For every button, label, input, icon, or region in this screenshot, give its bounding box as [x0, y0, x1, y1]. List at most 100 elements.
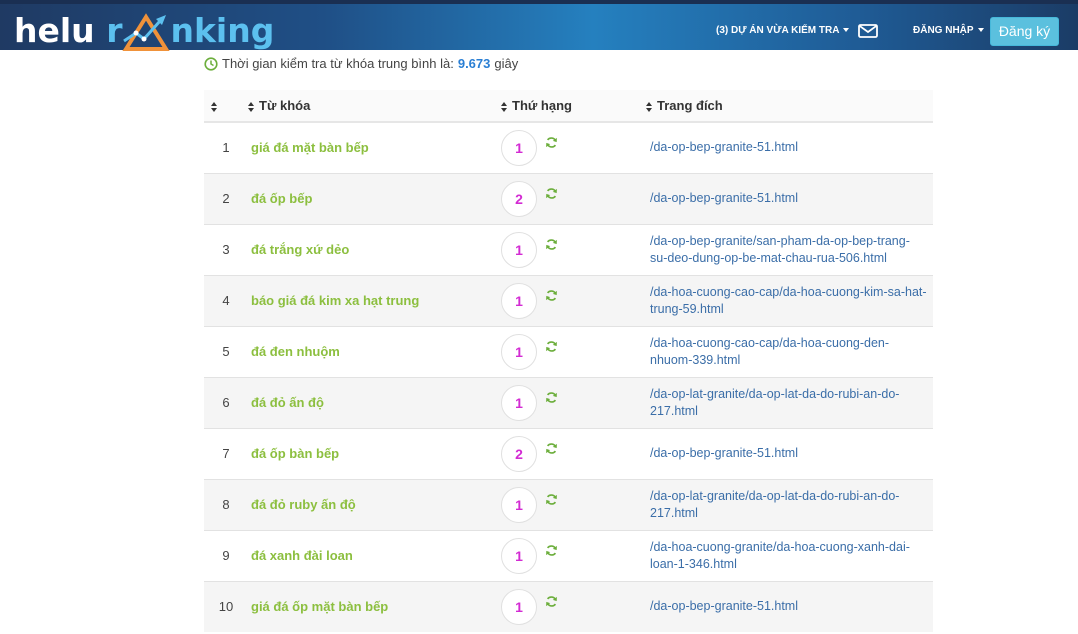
refresh-icon[interactable]: [545, 442, 558, 455]
rank-badge: 1: [501, 486, 537, 523]
rank-cell: 1: [501, 121, 646, 173]
table-row: 3 đá trắng xứ dẻo 1/da-op-bep-granite/san-…: [204, 223, 933, 275]
row-index: 1: [204, 121, 248, 173]
landing-url-link[interactable]: /da-op-bep-granite-51.html: [646, 445, 927, 462]
sort-icon: [248, 101, 254, 112]
refresh-icon[interactable]: [545, 289, 558, 302]
keyword-link[interactable]: đá đỏ ruby ấn độ: [248, 497, 356, 512]
landing-url-cell: /da-hoa-cuong-cao-cap/da-hoa-cuong-kim-s…: [646, 274, 933, 326]
rank-badge: 1: [501, 282, 537, 319]
landing-url-cell: /da-op-bep-granite-51.html: [646, 580, 933, 632]
ranking-arrow-icon: [122, 13, 171, 51]
landing-url-link[interactable]: /da-op-lat-granite/da-op-lat-da-do-rubi-…: [646, 488, 927, 522]
row-index: 3: [204, 223, 248, 275]
rank-cell: 1: [501, 580, 646, 632]
landing-url-cell: /da-op-lat-granite/da-op-lat-da-do-rubi-…: [646, 478, 933, 530]
rank-column-header[interactable]: Thứ hạng: [501, 90, 646, 123]
table-row: 1 giá đá mặt bàn bếp 1/da-op-bep-granite-5…: [204, 121, 933, 173]
clock-icon: [204, 56, 218, 71]
keyword-link[interactable]: đá đỏ ấn độ: [248, 395, 324, 410]
rank-cell: 1: [501, 223, 646, 275]
refresh-icon[interactable]: [545, 136, 558, 149]
landing-url-link[interactable]: /da-hoa-cuong-cao-cap/da-hoa-cuong-kim-s…: [646, 284, 927, 318]
row-index: 8: [204, 478, 248, 530]
register-button[interactable]: Đăng ký: [990, 17, 1059, 46]
landing-url-link[interactable]: /da-op-bep-granite-51.html: [646, 190, 927, 207]
table-row: 5 đá đen nhuộm 1/da-hoa-cuong-cao-cap/da-h…: [204, 325, 933, 377]
keyword-cell: đá ốp bếp: [248, 172, 501, 224]
keyword-cell: đá trắng xứ dẻo: [248, 223, 501, 275]
rank-cell: 2: [501, 172, 646, 224]
landing-url-link[interactable]: /da-hoa-cuong-cao-cap/da-hoa-cuong-den-n…: [646, 335, 927, 369]
envelope-icon[interactable]: [858, 24, 878, 38]
keyword-link[interactable]: giá đá mặt bàn bếp: [248, 140, 369, 155]
keyword-link[interactable]: đá đen nhuộm: [248, 344, 340, 359]
caret-down-icon: [977, 28, 984, 33]
row-index: 6: [204, 376, 248, 428]
table-row: 9 đá xanh đài loan 1/da-hoa-cuong-granite/…: [204, 529, 933, 581]
site-logo[interactable]: helu r nking: [14, 7, 274, 51]
refresh-icon[interactable]: [545, 391, 558, 404]
landing-url-cell: /da-op-bep-granite-51.html: [646, 427, 933, 479]
row-index: 10: [204, 580, 248, 632]
url-column-header[interactable]: Trang đích: [646, 90, 933, 123]
rank-cell: 1: [501, 325, 646, 377]
caret-down-icon: [843, 28, 850, 33]
landing-url-link[interactable]: /da-op-bep-granite/san-pham-da-op-bep-tr…: [646, 233, 927, 267]
rank-badge: 1: [501, 333, 537, 370]
landing-url-cell: /da-op-bep-granite/san-pham-da-op-bep-tr…: [646, 223, 933, 275]
keyword-cell: đá xanh đài loan: [248, 529, 501, 581]
sort-icon: [501, 101, 507, 112]
landing-url-link[interactable]: /da-hoa-cuong-granite/da-hoa-cuong-xanh-…: [646, 539, 927, 573]
rank-badge: 2: [501, 435, 537, 472]
keyword-cell: báo giá đá kim xa hạt trung: [248, 274, 501, 326]
keyword-link[interactable]: giá đá ốp mặt bàn bếp: [248, 599, 388, 614]
keyword-link[interactable]: báo giá đá kim xa hạt trung: [248, 293, 419, 308]
rank-cell: 1: [501, 529, 646, 581]
keyword-column-header[interactable]: Từ khóa: [248, 90, 501, 123]
table-row: 4 báo giá đá kim xa hạt trung 1/da-hoa-cuo…: [204, 274, 933, 326]
table-row: 10 giá đá ốp mặt bàn bếp 1/da-op-bep-grani…: [204, 580, 933, 632]
recent-projects-dropdown[interactable]: (3) DỰ ÁN VỪA KIỂM TRA: [716, 25, 850, 36]
landing-url-cell: /da-hoa-cuong-granite/da-hoa-cuong-xanh-…: [646, 529, 933, 581]
avg-time-label: Thời gian kiểm tra từ khóa trung bình là…: [222, 56, 454, 71]
keyword-cell: đá đen nhuộm: [248, 325, 501, 377]
top-navbar: helu r nking (3) DỰ ÁN VỪA KIỂM TRA ĐĂNG…: [0, 0, 1078, 51]
rank-badge: 1: [501, 537, 537, 574]
refresh-icon[interactable]: [545, 595, 558, 608]
landing-url-link[interactable]: /da-op-bep-granite-51.html: [646, 139, 927, 156]
keyword-cell: đá ốp bàn bếp: [248, 427, 501, 479]
row-index: 7: [204, 427, 248, 479]
table-row: 6 đá đỏ ấn độ 1/da-op-lat-granite/da-op-la…: [204, 376, 933, 428]
landing-url-link[interactable]: /da-op-lat-granite/da-op-lat-da-do-rubi-…: [646, 386, 927, 420]
logo-text-r: r: [106, 11, 123, 50]
table-row: 2 đá ốp bếp 2/da-op-bep-granite-51.html: [204, 172, 933, 224]
keyword-cell: giá đá ốp mặt bàn bếp: [248, 580, 501, 632]
refresh-icon[interactable]: [545, 187, 558, 200]
landing-url-link[interactable]: /da-op-bep-granite-51.html: [646, 598, 927, 615]
row-index: 5: [204, 325, 248, 377]
landing-url-cell: /da-hoa-cuong-cao-cap/da-hoa-cuong-den-n…: [646, 325, 933, 377]
keyword-cell: giá đá mặt bàn bếp: [248, 121, 501, 173]
rank-badge: 1: [501, 588, 537, 625]
landing-url-cell: /da-op-lat-granite/da-op-lat-da-do-rubi-…: [646, 376, 933, 428]
logo-text-helu: helu: [14, 11, 95, 50]
refresh-icon[interactable]: [545, 544, 558, 557]
keyword-link[interactable]: đá ốp bếp: [248, 191, 312, 206]
login-dropdown[interactable]: ĐĂNG NHẬP: [913, 25, 984, 36]
recent-projects-label: (3) DỰ ÁN VỪA KIỂM TRA: [716, 25, 840, 36]
keyword-cell: đá đỏ ruby ấn độ: [248, 478, 501, 530]
refresh-icon[interactable]: [545, 238, 558, 251]
sort-index-header[interactable]: [204, 90, 248, 123]
avg-check-time: Thời gian kiểm tra từ khóa trung bình là…: [204, 56, 518, 71]
refresh-icon[interactable]: [545, 340, 558, 353]
sort-icon: [211, 101, 217, 112]
keyword-link[interactable]: đá xanh đài loan: [248, 548, 353, 563]
refresh-icon[interactable]: [545, 493, 558, 506]
row-index: 4: [204, 274, 248, 326]
keyword-link[interactable]: đá ốp bàn bếp: [248, 446, 339, 461]
avg-time-value: 9.673: [457, 56, 491, 71]
rank-cell: 1: [501, 274, 646, 326]
table-row: 7 đá ốp bàn bếp 2/da-op-bep-granite-51.htm…: [204, 427, 933, 479]
keyword-link[interactable]: đá trắng xứ dẻo: [248, 242, 349, 257]
